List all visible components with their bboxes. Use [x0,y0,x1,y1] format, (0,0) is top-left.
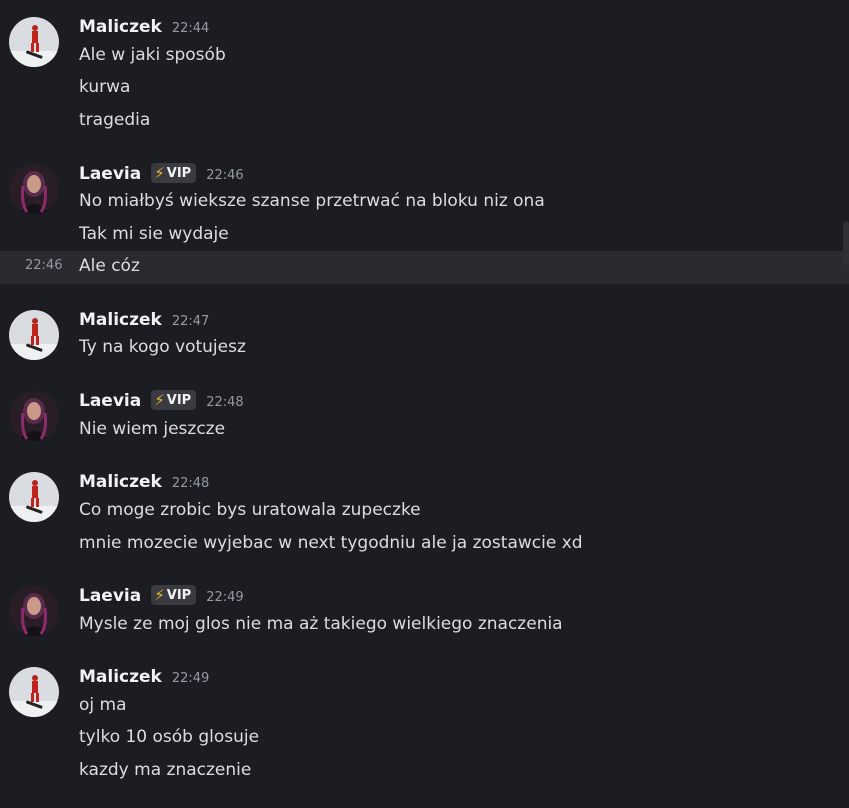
timestamp[interactable]: 22:49 [172,671,209,686]
vip-badge[interactable]: ⚡ VIP [151,585,197,605]
avatar[interactable] [9,586,59,636]
avatar[interactable] [9,164,59,214]
avatar[interactable] [9,17,59,67]
message-text: No miałbyś wieksze szanse przetrwać na b… [79,191,545,211]
timestamp[interactable]: 22:48 [206,395,243,410]
timestamp[interactable]: 22:47 [172,314,209,329]
message-header: Maliczek 22:44 [79,17,209,39]
username[interactable]: Maliczek [79,667,162,687]
snowboarder-avatar-icon [9,17,59,67]
lightning-icon: ⚡ [154,164,165,182]
message-header: Laevia ⚡ VIP 22:46 [79,163,244,186]
snowboarder-avatar-icon [9,472,59,522]
username[interactable]: Maliczek [79,472,162,492]
woman-avatar-icon [9,586,59,636]
timestamp[interactable]: 22:46 [206,168,243,183]
message-text: kazdy ma znaczenie [79,760,252,780]
avatar[interactable] [9,667,59,717]
vip-badge[interactable]: ⚡ VIP [151,390,197,410]
message-text: Tak mi sie wydaje [79,224,229,244]
snowboarder-avatar-icon [9,310,59,360]
message-text: Ty na kogo votujesz [79,337,246,357]
message-header: Laevia ⚡ VIP 22:49 [79,585,244,608]
snowboarder-avatar-icon [9,667,59,717]
woman-avatar-icon [9,391,59,441]
username[interactable]: Maliczek [79,310,162,330]
avatar[interactable] [9,391,59,441]
username[interactable]: Laevia [79,164,141,184]
avatar[interactable] [9,472,59,522]
message-text: mnie mozecie wyjebac w next tygodniu ale… [79,533,583,553]
lightning-icon: ⚡ [154,586,165,604]
message-text: oj ma [79,695,127,715]
timestamp[interactable]: 22:48 [172,476,209,491]
vip-label: VIP [166,392,192,408]
woman-avatar-icon [9,164,59,214]
message-header: Maliczek 22:48 [79,472,209,494]
message-text: Ale w jaki sposób [79,45,226,65]
vip-badge[interactable]: ⚡ VIP [151,163,197,183]
username[interactable]: Laevia [79,586,141,606]
username[interactable]: Maliczek [79,17,162,37]
message-text: Ale cóz [79,256,140,276]
message-text: Mysle ze moj glos nie ma aż takiego wiel… [79,614,563,634]
message-header: Laevia ⚡ VIP 22:48 [79,390,244,413]
message-text: kurwa [79,77,131,97]
timestamp[interactable]: 22:49 [206,590,243,605]
lightning-icon: ⚡ [154,391,165,409]
avatar[interactable] [9,310,59,360]
message-text: tragedia [79,110,151,130]
message-header: Maliczek 22:49 [79,667,209,689]
message-text: Co moge zrobic bys uratowala zupeczke [79,500,421,520]
message-text: tylko 10 osób glosuje [79,727,260,747]
timestamp[interactable]: 22:44 [172,21,209,36]
message-header: Maliczek 22:47 [79,310,209,332]
username[interactable]: Laevia [79,391,141,411]
message-text: Nie wiem jeszcze [79,419,226,439]
vip-label: VIP [166,165,192,181]
scrollbar-thumb[interactable] [843,221,849,266]
hover-timestamp[interactable]: 22:46 [25,258,62,273]
vip-label: VIP [166,587,192,603]
